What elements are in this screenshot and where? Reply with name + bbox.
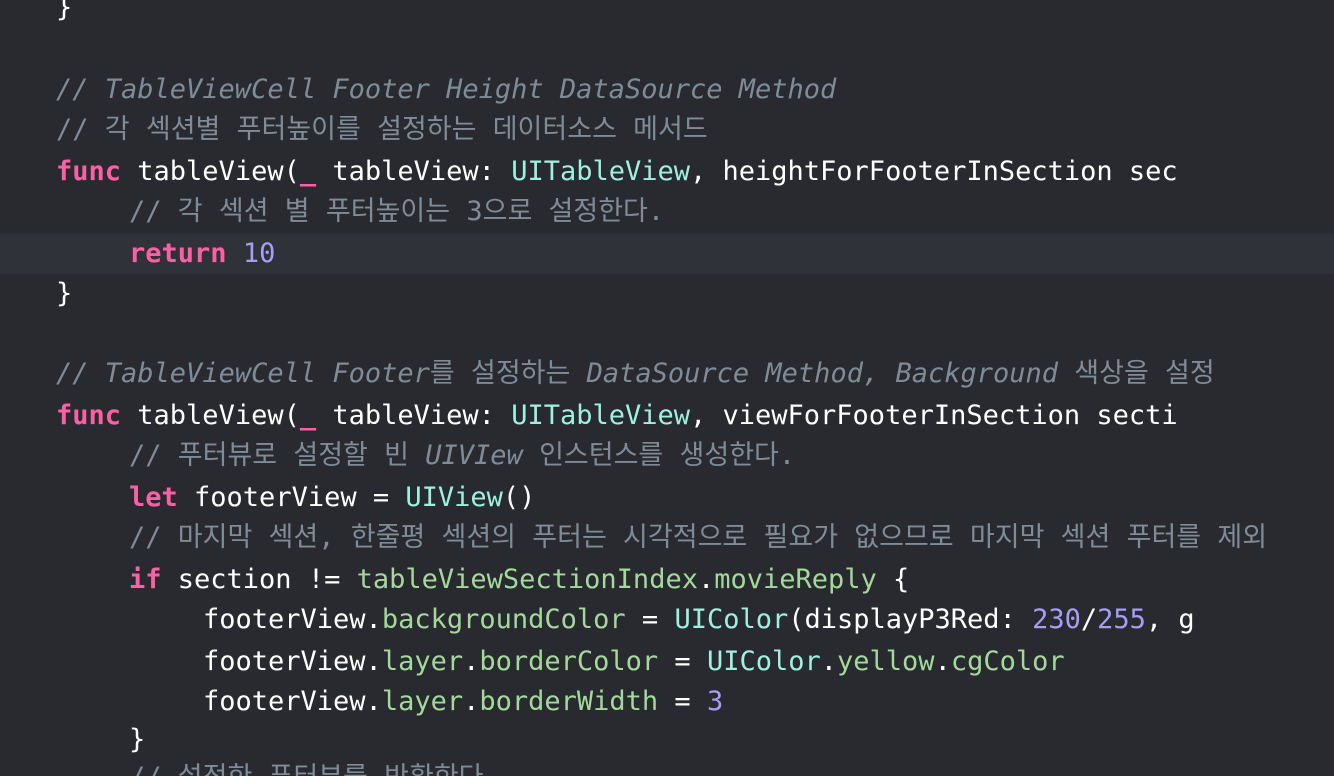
code-token: , g bbox=[1145, 604, 1195, 635]
comment-text: 를 설정하는 bbox=[429, 358, 587, 389]
code-token: tableView( bbox=[121, 156, 300, 187]
code-token: . bbox=[463, 646, 480, 677]
keyword-token: _ bbox=[299, 400, 317, 431]
comment-text: 인스턴스를 생성한다. bbox=[522, 440, 796, 471]
property-token: cgColor bbox=[950, 646, 1065, 677]
code-token: () bbox=[502, 482, 536, 513]
code-line[interactable]: // 각 섹션 별 푸터높이는 3으로 설정한다. bbox=[0, 192, 1334, 232]
code-line[interactable]: // TableViewCell Footer Height DataSourc… bbox=[0, 70, 1334, 110]
keyword-token: return bbox=[129, 238, 227, 269]
type-token: UIColor bbox=[706, 646, 821, 677]
number-token: 230 bbox=[1032, 604, 1081, 635]
number-token: 255 bbox=[1097, 604, 1146, 635]
code-token: / bbox=[1080, 604, 1098, 635]
current-line-highlight[interactable]: return 10 bbox=[0, 234, 1334, 274]
code-token: footerView = bbox=[177, 482, 406, 513]
code-token: { bbox=[876, 564, 910, 595]
code-editor[interactable]: } // TableViewCell Footer Height DataSou… bbox=[0, 0, 1334, 776]
code-token: , viewForFooterInSection secti bbox=[690, 400, 1178, 431]
comment-text: DataSource Method, Background bbox=[586, 358, 1059, 389]
code-line[interactable]: footerView.layer.borderColor = UIColor.y… bbox=[0, 642, 1334, 682]
comment-text: UIVIew bbox=[425, 440, 523, 471]
code-line[interactable]: footerView.backgroundColor = UIColor(dis… bbox=[0, 600, 1334, 640]
property-token: backgroundColor bbox=[381, 604, 626, 635]
code-token: tableView: bbox=[316, 156, 512, 187]
code-token: } bbox=[129, 724, 146, 755]
code-line[interactable]: } bbox=[0, 0, 1334, 28]
number-token: 3 bbox=[706, 686, 724, 717]
property-token: borderWidth bbox=[479, 686, 659, 717]
code-token: = bbox=[658, 646, 707, 677]
property-token: movieReply bbox=[714, 564, 877, 595]
type-token: UIColor bbox=[674, 604, 789, 635]
comment-text: // 마지막 섹션, 한줄평 섹션의 푸터는 시각적으로 필요가 없으므로 마지… bbox=[129, 522, 1268, 553]
code-token: . bbox=[697, 564, 715, 595]
property-token: yellow bbox=[837, 646, 935, 677]
comment-text: 색상을 설정 bbox=[1058, 358, 1215, 389]
code-line[interactable]: // 푸터뷰로 설정할 빈 UIVIew 인스턴스를 생성한다. bbox=[0, 436, 1334, 476]
code-line[interactable]: func tableView(_ tableView: UITableView,… bbox=[0, 396, 1334, 436]
code-line[interactable]: func tableView(_ tableView: UITableView,… bbox=[0, 152, 1334, 192]
property-token: layer bbox=[381, 646, 464, 677]
type-token: UITableView bbox=[511, 156, 690, 187]
code-token: = bbox=[625, 604, 675, 635]
property-token: tableViewSectionIndex bbox=[356, 564, 698, 595]
code-token: . bbox=[820, 646, 838, 677]
comment-text: // 설정한 푸터뷰를 반환한다. bbox=[129, 762, 500, 776]
type-token: UITableView bbox=[511, 400, 690, 431]
code-token: footerView. bbox=[203, 604, 382, 635]
comment-text: // 각 섹션별 푸터높이를 설정하는 데이터소스 메서드 bbox=[56, 114, 708, 145]
code-token: (displayP3Red: bbox=[788, 604, 1033, 635]
keyword-token: func bbox=[56, 400, 122, 431]
code-line[interactable]: } bbox=[0, 720, 1334, 760]
code-token: } bbox=[56, 278, 73, 309]
comment-text: // bbox=[56, 358, 105, 389]
code-token: section != bbox=[161, 564, 357, 595]
code-token: } bbox=[56, 0, 73, 23]
comment-text: // 각 섹션 별 푸터높이는 3으로 설정한다. bbox=[129, 196, 665, 227]
comment-text: TableViewCell Footer bbox=[104, 358, 430, 389]
keyword-token: _ bbox=[299, 156, 317, 187]
number-token: 10 bbox=[242, 238, 276, 269]
type-token: UIView bbox=[405, 482, 503, 513]
property-token: borderColor bbox=[479, 646, 659, 677]
code-token: . bbox=[463, 686, 480, 717]
code-line[interactable]: // 마지막 섹션, 한줄평 섹션의 푸터는 시각적으로 필요가 없으므로 마지… bbox=[0, 518, 1334, 558]
code-token: , heightForFooterInSection sec bbox=[690, 156, 1178, 187]
code-token: . bbox=[934, 646, 951, 677]
code-token: tableView: bbox=[316, 400, 512, 431]
comment-text: // 푸터뷰로 설정할 빈 bbox=[129, 440, 426, 471]
comment-text: // TableViewCell Footer Height DataSourc… bbox=[56, 74, 837, 105]
code-line[interactable]: footerView.layer.borderWidth = 3 bbox=[0, 682, 1334, 722]
code-line[interactable]: // TableViewCell Footer를 설정하는 DataSource… bbox=[0, 354, 1334, 394]
code-line[interactable]: if section != tableViewSectionIndex.movi… bbox=[0, 560, 1334, 600]
code-token: footerView. bbox=[203, 686, 382, 717]
code-line[interactable]: // 설정한 푸터뷰를 반환한다. bbox=[0, 758, 1334, 776]
code-line[interactable]: // 각 섹션별 푸터높이를 설정하는 데이터소스 메서드 bbox=[0, 110, 1334, 150]
keyword-token: func bbox=[56, 156, 122, 187]
keyword-token: if bbox=[129, 564, 162, 595]
code-token: footerView. bbox=[203, 646, 382, 677]
keyword-token: let bbox=[129, 482, 178, 513]
code-line[interactable]: } bbox=[0, 274, 1334, 314]
property-token: layer bbox=[381, 686, 464, 717]
code-token: tableView( bbox=[121, 400, 300, 431]
code-line[interactable]: let footerView = UIView() bbox=[0, 478, 1334, 518]
code-token: = bbox=[658, 686, 707, 717]
